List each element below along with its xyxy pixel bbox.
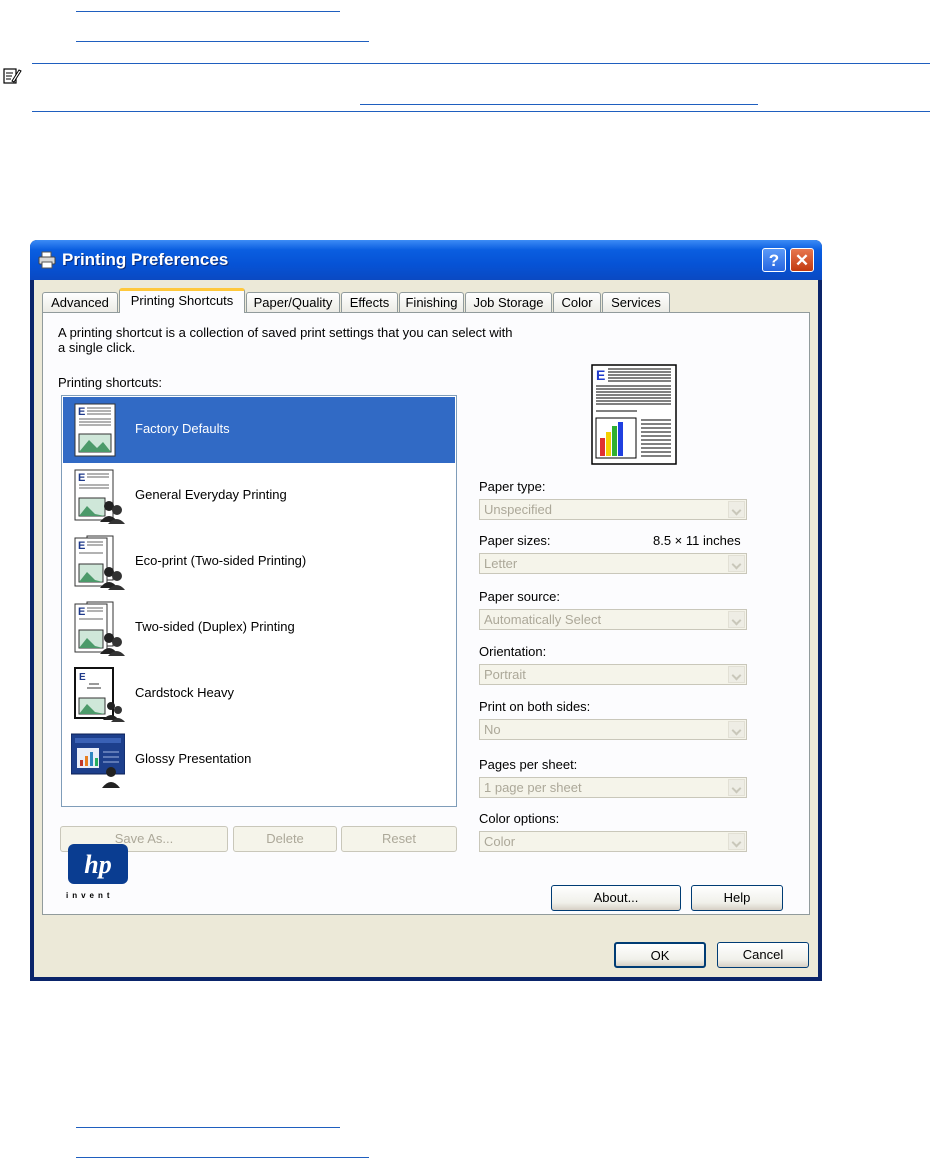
tab-finishing[interactable]: Finishing: [399, 292, 464, 312]
both-sides-label: Print on both sides:: [479, 699, 591, 714]
svg-text:E: E: [78, 606, 85, 618]
paper-source-label: Paper source:: [479, 589, 560, 604]
paper-type-select[interactable]: Unspecified: [479, 499, 747, 520]
tab-services[interactable]: Services: [602, 292, 670, 312]
delete-button[interactable]: Delete: [233, 826, 337, 852]
link-underline[interactable]: [76, 11, 340, 12]
list-item[interactable]: E Eco-print (Two-sided Printing): [63, 529, 455, 595]
shortcut-label: General Everyday Printing: [135, 487, 287, 502]
pages-per-sheet-value: 1 page per sheet: [484, 780, 582, 795]
shortcut-label: Eco-print (Two-sided Printing): [135, 553, 307, 568]
tab-effects[interactable]: Effects: [341, 292, 398, 312]
orientation-select[interactable]: Portrait: [479, 664, 747, 685]
orientation-label: Orientation:: [479, 644, 547, 659]
printing-shortcuts-panel: A printing shortcut is a collection of s…: [42, 312, 810, 915]
svg-text:E: E: [596, 367, 605, 383]
link-underline[interactable]: [360, 104, 758, 105]
tab-paper-quality[interactable]: Paper/Quality: [246, 292, 340, 312]
link-underline[interactable]: [76, 41, 369, 42]
shortcut-label: Cardstock Heavy: [135, 685, 234, 700]
tab-advanced[interactable]: Advanced: [42, 292, 118, 312]
doc-landscape-icon: E: [74, 403, 116, 457]
color-options-label: Color options:: [479, 811, 560, 826]
pages-per-sheet-label: Pages per sheet:: [479, 757, 578, 772]
chevron-down-icon[interactable]: [728, 501, 745, 518]
list-item[interactable]: E General Everyday Printing: [63, 463, 455, 529]
help-title-button[interactable]: ?: [762, 248, 786, 272]
both-sides-value: No: [484, 722, 501, 737]
tab-color[interactable]: Color: [553, 292, 601, 312]
chevron-down-icon[interactable]: [728, 721, 745, 738]
color-options-select[interactable]: Color: [479, 831, 747, 852]
svg-text:hp: hp: [84, 850, 111, 879]
logo-tagline: invent: [66, 891, 114, 900]
note-bottom-rule: [32, 111, 930, 112]
duplex-users-icon: E: [74, 535, 125, 590]
intro-text: A printing shortcut is a collection of s…: [58, 325, 513, 355]
title-bar[interactable]: Printing Preferences ? ✕: [30, 240, 822, 280]
orientation-value: Portrait: [484, 667, 526, 682]
page-preview-icon: E: [591, 364, 677, 465]
close-button[interactable]: ✕: [790, 248, 814, 272]
doc-users-icon: E: [74, 469, 125, 524]
ok-button[interactable]: OK: [614, 942, 706, 968]
cancel-button[interactable]: Cancel: [717, 942, 809, 968]
tab-job-storage[interactable]: Job Storage: [465, 292, 552, 312]
hp-logo: hp invent: [64, 843, 134, 905]
chevron-down-icon[interactable]: [728, 833, 745, 850]
chevron-down-icon[interactable]: [728, 611, 745, 628]
tab-printing-shortcuts[interactable]: Printing Shortcuts: [119, 288, 245, 313]
chevron-down-icon[interactable]: [728, 555, 745, 572]
help-button[interactable]: Help: [691, 885, 783, 911]
chevron-down-icon[interactable]: [728, 666, 745, 683]
svg-text:E: E: [78, 472, 85, 484]
list-item[interactable]: E Two-sided (Duplex) Printing: [63, 595, 455, 661]
note-icon: [3, 68, 22, 84]
printing-preferences-dialog: Printing Preferences ? ✕ Advanced Printi…: [30, 240, 822, 981]
shortcut-label: Glossy Presentation: [135, 751, 252, 766]
both-sides-select[interactable]: No: [479, 719, 747, 740]
printer-icon: [38, 251, 56, 269]
svg-text:E: E: [78, 406, 85, 418]
paper-source-select[interactable]: Automatically Select: [479, 609, 747, 630]
cardstock-users-icon: E: [74, 667, 125, 722]
color-options-value: Color: [484, 834, 516, 849]
note-top-rule: [32, 63, 930, 64]
list-item[interactable]: E Cardstock Heavy: [63, 661, 455, 727]
pages-per-sheet-select[interactable]: 1 page per sheet: [479, 777, 747, 798]
shortcut-label: Two-sided (Duplex) Printing: [135, 619, 295, 634]
glossy-users-icon: [71, 733, 125, 788]
paper-source-value: Automatically Select: [484, 612, 602, 627]
svg-text:E: E: [79, 672, 86, 683]
shortcut-label: Factory Defaults: [135, 421, 230, 436]
link-underline[interactable]: [76, 1157, 369, 1158]
paper-sizes-dimensions: 8.5 × 11 inches: [653, 533, 741, 548]
about-button[interactable]: About...: [551, 885, 681, 911]
paper-sizes-select[interactable]: Letter: [479, 553, 747, 574]
shortcuts-list[interactable]: E Factory Defaults E General Everyday Pr…: [61, 395, 457, 807]
list-item[interactable]: E Factory Defaults: [63, 397, 455, 463]
link-underline[interactable]: [76, 1127, 340, 1128]
duplex-users-icon: E: [74, 601, 125, 656]
window-title: Printing Preferences: [62, 250, 229, 269]
chevron-down-icon[interactable]: [728, 779, 745, 796]
shortcuts-label: Printing shortcuts:: [58, 375, 163, 390]
list-item[interactable]: Glossy Presentation: [63, 727, 455, 793]
paper-type-value: Unspecified: [484, 502, 552, 517]
paper-sizes-value: Letter: [484, 556, 518, 571]
svg-text:E: E: [78, 540, 85, 552]
dialog-client: Advanced Printing Shortcuts Paper/Qualit…: [34, 280, 818, 977]
paper-type-label: Paper type:: [479, 479, 546, 494]
paper-sizes-label: Paper sizes:: [479, 533, 551, 548]
reset-button[interactable]: Reset: [341, 826, 457, 852]
